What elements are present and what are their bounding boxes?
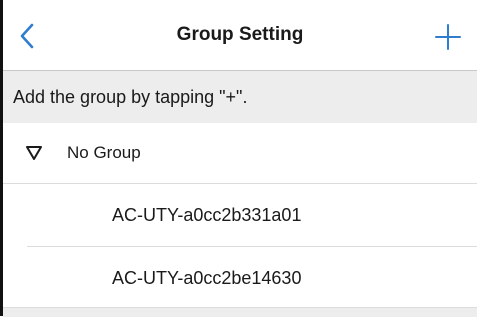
add-group-button[interactable] <box>433 22 463 52</box>
page-title: Group Setting <box>176 24 304 45</box>
group-header-no-group[interactable]: No Group <box>3 123 477 184</box>
chevron-left-icon <box>20 23 34 49</box>
back-button[interactable] <box>11 20 43 52</box>
hint-banner: Add the group by tapping "+". <box>3 71 477 123</box>
device-label: AC-UTY-a0cc2be14630 <box>112 267 302 288</box>
triangle-down-icon <box>26 146 42 160</box>
group-label: No Group <box>67 143 141 162</box>
device-label: AC-UTY-a0cc2b331a01 <box>112 204 302 225</box>
device-row[interactable]: AC-UTY-a0cc2b331a01 <box>3 184 477 246</box>
group-setting-screen: Group Setting Add the group by tapping "… <box>3 0 477 317</box>
navigation-bar: Group Setting <box>3 0 477 71</box>
device-row[interactable]: AC-UTY-a0cc2be14630 <box>3 247 477 309</box>
plus-icon <box>435 24 461 50</box>
